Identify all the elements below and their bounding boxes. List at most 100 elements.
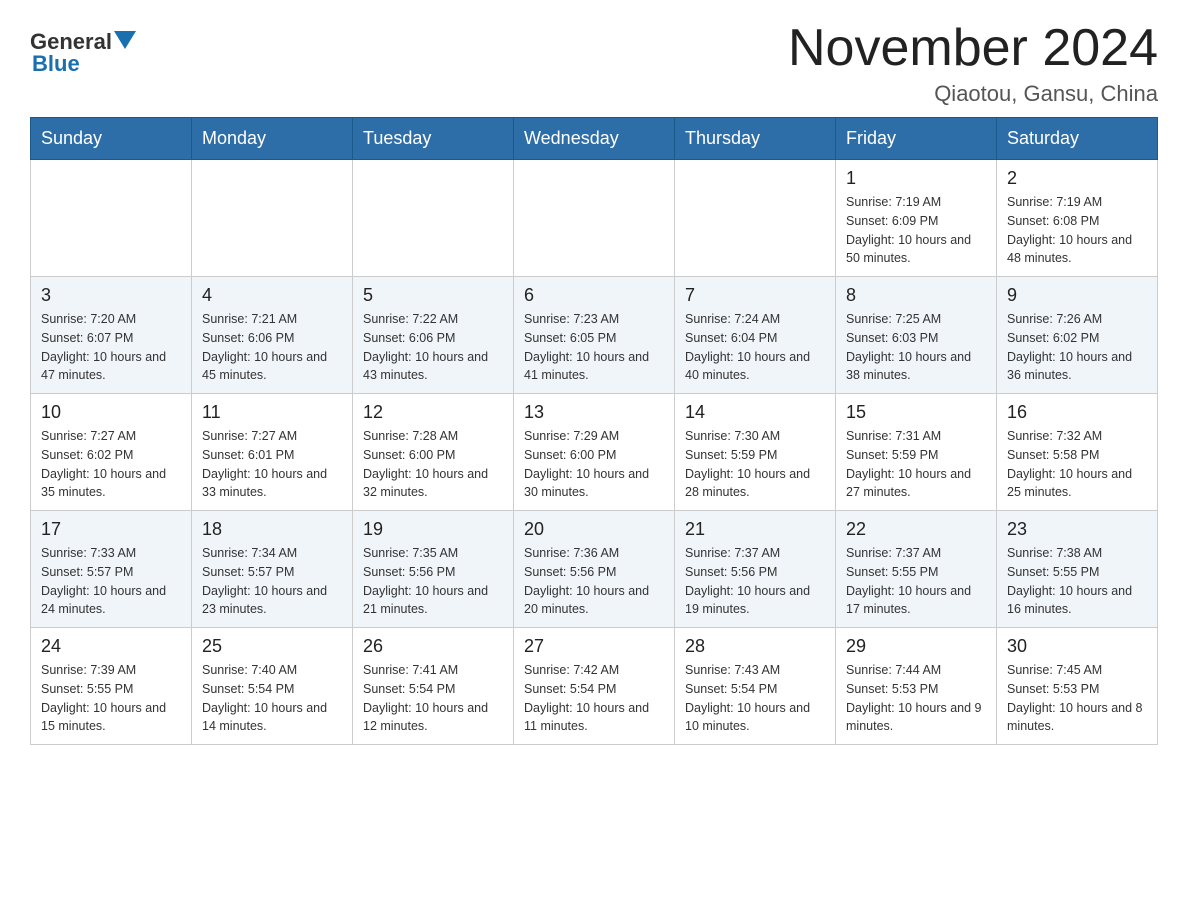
table-row: 8 Sunrise: 7:25 AM Sunset: 6:03 PM Daylig… bbox=[836, 277, 997, 394]
table-row: 14Sunrise: 7:30 AM Sunset: 5:59 PM Dayli… bbox=[675, 394, 836, 511]
calendar-row: 3 Sunrise: 7:20 AM Sunset: 6:07 PM Daylig… bbox=[31, 277, 1158, 394]
calendar-title: November 2024 bbox=[788, 20, 1158, 77]
table-row: 11 Sunrise: 7:27 AM Sunset: 6:01 PM Dayli… bbox=[192, 394, 353, 511]
day-info: Sunrise: 7:32 AM Sunset: 5:58 PM Dayligh… bbox=[1007, 427, 1147, 502]
table-row: 27 Sunrise: 7:42 AM Sunset: 5:54 PM Dayli… bbox=[514, 628, 675, 745]
day-info: Sunrise: 7:43 AM Sunset: 5:54 PM Dayligh… bbox=[685, 661, 825, 736]
day-info: Sunrise: 7:20 AM Sunset: 6:07 PM Dayligh… bbox=[41, 310, 181, 385]
day-number: 17 bbox=[41, 519, 181, 540]
table-row: 1 Sunrise: 7:19 AM Sunset: 6:09 PM Daylig… bbox=[836, 160, 997, 277]
day-info: Sunrise: 7:31 AM Sunset: 5:59 PM Dayligh… bbox=[846, 427, 986, 502]
day-number: 4 bbox=[202, 285, 342, 306]
table-row: 5Sunrise: 7:22 AM Sunset: 6:06 PM Daylig… bbox=[353, 277, 514, 394]
day-info: Sunrise: 7:21 AM Sunset: 6:06 PM Dayligh… bbox=[202, 310, 342, 385]
table-row: 23Sunrise: 7:38 AM Sunset: 5:55 PM Dayli… bbox=[997, 511, 1158, 628]
day-info: Sunrise: 7:30 AM Sunset: 5:59 PM Dayligh… bbox=[685, 427, 825, 502]
day-number: 10 bbox=[41, 402, 181, 423]
table-row: 13Sunrise: 7:29 AM Sunset: 6:00 PM Dayli… bbox=[514, 394, 675, 511]
table-row: 30Sunrise: 7:45 AM Sunset: 5:53 PM Dayli… bbox=[997, 628, 1158, 745]
day-number: 30 bbox=[1007, 636, 1147, 657]
table-row: 26 Sunrise: 7:41 AM Sunset: 5:54 PM Dayli… bbox=[353, 628, 514, 745]
title-area: November 2024 Qiaotou, Gansu, China bbox=[788, 20, 1158, 107]
day-number: 1 bbox=[846, 168, 986, 189]
day-number: 21 bbox=[685, 519, 825, 540]
day-number: 26 bbox=[363, 636, 503, 657]
table-row: 20 Sunrise: 7:36 AM Sunset: 5:56 PM Dayli… bbox=[514, 511, 675, 628]
day-number: 15 bbox=[846, 402, 986, 423]
day-number: 28 bbox=[685, 636, 825, 657]
day-info: Sunrise: 7:40 AM Sunset: 5:54 PM Dayligh… bbox=[202, 661, 342, 736]
table-row: 18 Sunrise: 7:34 AM Sunset: 5:57 PM Dayli… bbox=[192, 511, 353, 628]
day-info: Sunrise: 7:27 AM Sunset: 6:01 PM Dayligh… bbox=[202, 427, 342, 502]
table-row: 19 Sunrise: 7:35 AM Sunset: 5:56 PM Dayli… bbox=[353, 511, 514, 628]
day-info: Sunrise: 7:39 AM Sunset: 5:55 PM Dayligh… bbox=[41, 661, 181, 736]
header-saturday: Saturday bbox=[997, 118, 1158, 160]
day-info: Sunrise: 7:19 AM Sunset: 6:08 PM Dayligh… bbox=[1007, 193, 1147, 268]
table-row bbox=[353, 160, 514, 277]
day-number: 9 bbox=[1007, 285, 1147, 306]
table-row: 12 Sunrise: 7:28 AM Sunset: 6:00 PM Dayli… bbox=[353, 394, 514, 511]
table-row: 4 Sunrise: 7:21 AM Sunset: 6:06 PM Daylig… bbox=[192, 277, 353, 394]
day-info: Sunrise: 7:24 AM Sunset: 6:04 PM Dayligh… bbox=[685, 310, 825, 385]
day-info: Sunrise: 7:25 AM Sunset: 6:03 PM Dayligh… bbox=[846, 310, 986, 385]
table-row: 21 Sunrise: 7:37 AM Sunset: 5:56 PM Dayli… bbox=[675, 511, 836, 628]
table-row: 16 Sunrise: 7:32 AM Sunset: 5:58 PM Dayli… bbox=[997, 394, 1158, 511]
table-row: 9 Sunrise: 7:26 AM Sunset: 6:02 PM Daylig… bbox=[997, 277, 1158, 394]
table-row: 15 Sunrise: 7:31 AM Sunset: 5:59 PM Dayli… bbox=[836, 394, 997, 511]
day-info: Sunrise: 7:36 AM Sunset: 5:56 PM Dayligh… bbox=[524, 544, 664, 619]
day-number: 12 bbox=[363, 402, 503, 423]
calendar-table: Sunday Monday Tuesday Wednesday Thursday… bbox=[30, 117, 1158, 745]
day-info: Sunrise: 7:26 AM Sunset: 6:02 PM Dayligh… bbox=[1007, 310, 1147, 385]
table-row: 29 Sunrise: 7:44 AM Sunset: 5:53 PM Dayli… bbox=[836, 628, 997, 745]
table-row: 25 Sunrise: 7:40 AM Sunset: 5:54 PM Dayli… bbox=[192, 628, 353, 745]
day-number: 20 bbox=[524, 519, 664, 540]
day-number: 8 bbox=[846, 285, 986, 306]
table-row: 2Sunrise: 7:19 AM Sunset: 6:08 PM Daylig… bbox=[997, 160, 1158, 277]
table-row bbox=[192, 160, 353, 277]
day-info: Sunrise: 7:28 AM Sunset: 6:00 PM Dayligh… bbox=[363, 427, 503, 502]
day-number: 29 bbox=[846, 636, 986, 657]
header-thursday: Thursday bbox=[675, 118, 836, 160]
header-friday: Friday bbox=[836, 118, 997, 160]
day-number: 11 bbox=[202, 402, 342, 423]
day-info: Sunrise: 7:34 AM Sunset: 5:57 PM Dayligh… bbox=[202, 544, 342, 619]
table-row: 6 Sunrise: 7:23 AM Sunset: 6:05 PM Daylig… bbox=[514, 277, 675, 394]
day-number: 25 bbox=[202, 636, 342, 657]
calendar-subtitle: Qiaotou, Gansu, China bbox=[788, 81, 1158, 107]
header-monday: Monday bbox=[192, 118, 353, 160]
day-info: Sunrise: 7:27 AM Sunset: 6:02 PM Dayligh… bbox=[41, 427, 181, 502]
day-info: Sunrise: 7:38 AM Sunset: 5:55 PM Dayligh… bbox=[1007, 544, 1147, 619]
table-row bbox=[31, 160, 192, 277]
day-info: Sunrise: 7:44 AM Sunset: 5:53 PM Dayligh… bbox=[846, 661, 986, 736]
table-row: 17 Sunrise: 7:33 AM Sunset: 5:57 PM Dayli… bbox=[31, 511, 192, 628]
day-number: 16 bbox=[1007, 402, 1147, 423]
day-info: Sunrise: 7:23 AM Sunset: 6:05 PM Dayligh… bbox=[524, 310, 664, 385]
calendar-row: 1 Sunrise: 7:19 AM Sunset: 6:09 PM Daylig… bbox=[31, 160, 1158, 277]
day-info: Sunrise: 7:33 AM Sunset: 5:57 PM Dayligh… bbox=[41, 544, 181, 619]
calendar-row: 17 Sunrise: 7:33 AM Sunset: 5:57 PM Dayli… bbox=[31, 511, 1158, 628]
header-sunday: Sunday bbox=[31, 118, 192, 160]
header-tuesday: Tuesday bbox=[353, 118, 514, 160]
day-number: 19 bbox=[363, 519, 503, 540]
day-number: 27 bbox=[524, 636, 664, 657]
logo-blue: Blue bbox=[32, 51, 80, 76]
table-row: 24Sunrise: 7:39 AM Sunset: 5:55 PM Dayli… bbox=[31, 628, 192, 745]
table-row: 3 Sunrise: 7:20 AM Sunset: 6:07 PM Daylig… bbox=[31, 277, 192, 394]
day-info: Sunrise: 7:42 AM Sunset: 5:54 PM Dayligh… bbox=[524, 661, 664, 736]
day-number: 22 bbox=[846, 519, 986, 540]
day-number: 6 bbox=[524, 285, 664, 306]
day-info: Sunrise: 7:35 AM Sunset: 5:56 PM Dayligh… bbox=[363, 544, 503, 619]
calendar-row: 10 Sunrise: 7:27 AM Sunset: 6:02 PM Dayli… bbox=[31, 394, 1158, 511]
day-number: 18 bbox=[202, 519, 342, 540]
day-info: Sunrise: 7:41 AM Sunset: 5:54 PM Dayligh… bbox=[363, 661, 503, 736]
day-number: 13 bbox=[524, 402, 664, 423]
table-row: 22Sunrise: 7:37 AM Sunset: 5:55 PM Dayli… bbox=[836, 511, 997, 628]
day-number: 3 bbox=[41, 285, 181, 306]
day-info: Sunrise: 7:37 AM Sunset: 5:56 PM Dayligh… bbox=[685, 544, 825, 619]
day-info: Sunrise: 7:19 AM Sunset: 6:09 PM Dayligh… bbox=[846, 193, 986, 268]
day-number: 5 bbox=[363, 285, 503, 306]
table-row: 7Sunrise: 7:24 AM Sunset: 6:04 PM Daylig… bbox=[675, 277, 836, 394]
weekday-header-row: Sunday Monday Tuesday Wednesday Thursday… bbox=[31, 118, 1158, 160]
table-row bbox=[675, 160, 836, 277]
logo-triangle-icon bbox=[114, 31, 136, 49]
